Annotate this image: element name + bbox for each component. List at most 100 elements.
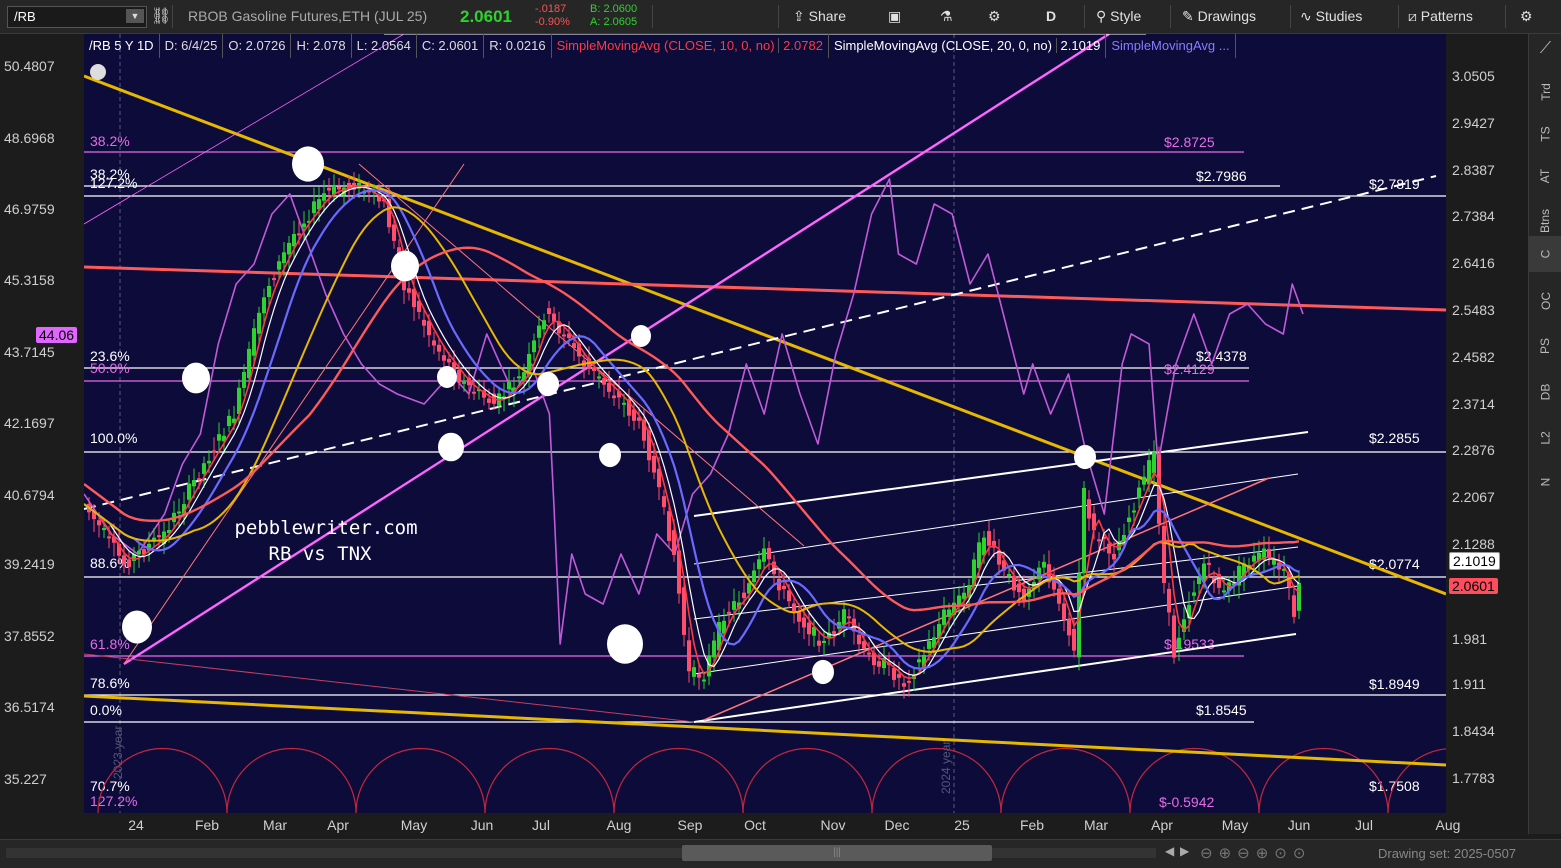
cycle-arc (871, 747, 1002, 814)
fib-label: 38.2% (90, 133, 130, 149)
trend-icon[interactable]: ⟋ (1529, 34, 1561, 64)
fib-label: 50.0% (90, 360, 130, 376)
candle-body (1057, 588, 1061, 604)
patterns-button[interactable]: ⧄ Patterns (1408, 0, 1473, 33)
scroll-left-icon[interactable]: ◀ (1165, 844, 1174, 858)
candle-body (242, 371, 246, 388)
candle-body (97, 520, 101, 526)
time-axis-label: Feb (1019, 817, 1045, 833)
time-axis-label: Apr (1151, 817, 1173, 833)
price-target-label: $2.8725 (1164, 134, 1215, 150)
candle-body (782, 585, 786, 590)
chart-scrollbar[interactable]: ||| ◀ ▶ ⊖⊕⊖⊕⊙⊙ Drawing set: 2025-0507 (0, 839, 1561, 868)
candle-body (1137, 487, 1141, 498)
candle-body (962, 592, 966, 599)
link-icon[interactable]: ⛓ (151, 0, 171, 33)
candle-body (767, 547, 771, 560)
fib-label: 0.0% (90, 702, 122, 718)
candle-body (1272, 559, 1276, 565)
screenshot-icon[interactable]: ▣ (888, 0, 901, 33)
scroll-thumb[interactable]: ||| (682, 845, 992, 861)
candle-body (217, 434, 221, 441)
candle-body (1127, 517, 1131, 523)
flask-icon[interactable]: ⚗ (940, 0, 953, 33)
top-toolbar: /RB ▼ ⛓ RBOB Gasoline Futures,ETH (JUL 2… (0, 0, 1561, 34)
candle-body (797, 611, 801, 622)
candle-body (212, 450, 216, 453)
share-button[interactable]: ⇪ Share (793, 0, 846, 33)
tab-ps[interactable]: PS (1529, 326, 1561, 366)
right-axis-label: 2.6416 (1452, 255, 1495, 271)
candle-body (127, 559, 131, 568)
watermark-text: RB vs TNX (269, 543, 373, 565)
candle-body (392, 224, 396, 241)
fib-label: 127.2% (90, 793, 137, 809)
left-axis-label: 37.8552 (4, 628, 55, 644)
candle-body (687, 640, 691, 672)
tab-n[interactable]: N (1529, 462, 1561, 502)
candle-body (572, 343, 576, 349)
aggregation-button[interactable]: D (1046, 0, 1056, 33)
tab-trd[interactable]: Trd (1529, 72, 1561, 112)
tab-l2[interactable]: L2 (1529, 418, 1561, 458)
price-target-label: $1.8949 (1369, 676, 1420, 692)
candle-body (442, 355, 446, 361)
candle-body (607, 383, 611, 392)
candle-body (337, 186, 341, 190)
symbol-selector[interactable]: /RB ▼ (7, 6, 147, 28)
tab-db[interactable]: DB (1529, 372, 1561, 412)
chart-canvas[interactable]: 2023 year 2024 year 38.2% 38.2% 127.2% 23.6% 5… (83, 32, 1518, 814)
candle-body (437, 344, 441, 352)
right-axis-label: 2.3714 (1452, 396, 1495, 412)
candle-body (1082, 487, 1086, 574)
left-price-axis: 50.4807 48.6968 46.9759 45.3158 43.7145 … (0, 34, 84, 813)
candle-body (202, 463, 206, 474)
candle-body (867, 652, 871, 655)
zoom-icons[interactable]: ⊖⊕⊖⊕⊙⊙ (1200, 844, 1311, 862)
studies-button[interactable]: ∿ Studies (1300, 0, 1362, 33)
fib-label: 127.2% (90, 175, 137, 191)
scroll-right-icon[interactable]: ▶ (1180, 844, 1189, 858)
candle-body (562, 334, 566, 337)
right-axis-label: 1.7783 (1452, 770, 1495, 786)
candle-body (1097, 539, 1101, 542)
chevron-down-icon[interactable]: ▼ (126, 9, 144, 23)
legend-date: D: 6/4/25 (160, 34, 224, 58)
candle-body (822, 640, 826, 644)
price-target-label: $1.7508 (1369, 778, 1420, 794)
candle-body (207, 460, 211, 464)
pivot-marker (599, 442, 621, 468)
candle-body (977, 542, 981, 569)
settings-icon[interactable]: ⚙ (1520, 0, 1533, 33)
candle-body (327, 187, 331, 191)
white-channel-line (693, 585, 1299, 675)
tab-at[interactable]: AT (1529, 156, 1561, 196)
time-axis: 24 Feb Mar Apr May Jun Jul Aug Sep Oct Nov Dec 25 Feb… (84, 813, 1460, 839)
candle-body (702, 679, 706, 682)
candle-body (312, 201, 316, 214)
gear-icon[interactable]: ⚙ (988, 0, 1001, 33)
candle-body (292, 233, 296, 247)
fib-label: 70.7% (90, 778, 130, 794)
right-axis-label: 1.8434 (1452, 723, 1495, 739)
pivot-marker (631, 325, 651, 347)
candle-body (257, 312, 261, 334)
legend-sma-more[interactable]: SimpleMovingAvg ... (1106, 34, 1236, 58)
candle-body (777, 578, 781, 591)
right-axis-label: 2.2876 (1452, 442, 1495, 458)
candle-body (1222, 590, 1226, 593)
tab-oc[interactable]: OC (1529, 280, 1561, 322)
cycle-arc (226, 747, 357, 814)
candle-body (1252, 555, 1256, 562)
candle-body (107, 536, 111, 539)
tab-c[interactable]: C (1529, 236, 1561, 272)
drawings-button[interactable]: ✎ Drawings (1182, 0, 1256, 33)
candle-body (947, 609, 951, 617)
white-channel-line (693, 546, 1299, 620)
candle-body (287, 242, 291, 255)
style-button[interactable]: ⚲ Style (1096, 0, 1141, 33)
tab-ts[interactable]: TS (1529, 114, 1561, 154)
candle-body (1267, 548, 1271, 558)
candle-body (1007, 573, 1011, 576)
candle-body (272, 278, 276, 281)
